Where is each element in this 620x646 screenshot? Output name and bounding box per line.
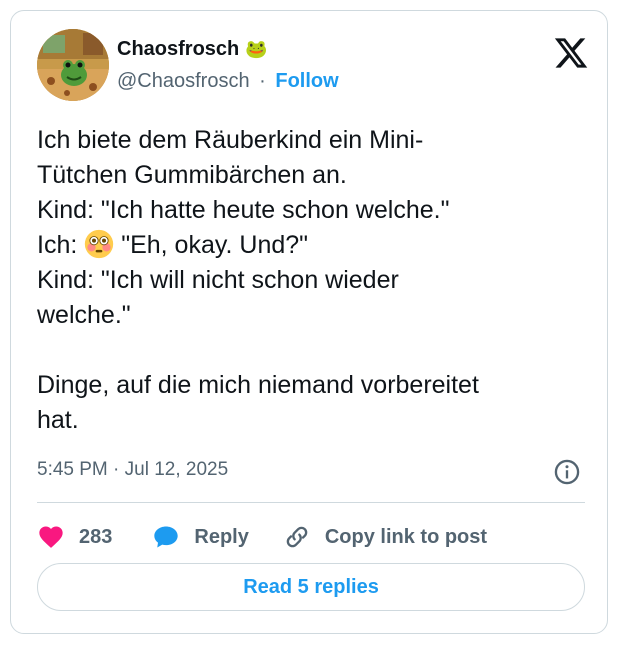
tweet-text-part-2: "Eh, okay. Und?" Kind: "Ich will nicht s… bbox=[37, 231, 479, 434]
action-bar: 283 Reply Copy link to post bbox=[37, 516, 487, 558]
handle-row: @Chaosfrosch · Follow bbox=[117, 70, 339, 93]
copy-link-label: Copy link to post bbox=[324, 525, 488, 548]
tweet-text: Ich biete dem Räuberkind ein Mini- Tütch… bbox=[37, 123, 589, 438]
reply-button[interactable]: Reply bbox=[152, 523, 249, 551]
name-badge-icon: 🐸 bbox=[245, 39, 268, 59]
follow-button[interactable]: Follow bbox=[275, 70, 338, 92]
copy-link-button[interactable]: Copy link to post bbox=[283, 523, 487, 551]
author-name-row[interactable]: Chaosfrosch 🐸 bbox=[117, 38, 268, 61]
link-icon bbox=[286, 526, 308, 548]
read-replies-button[interactable]: Read 5 replies bbox=[37, 563, 585, 611]
separator-dot: · bbox=[259, 70, 266, 92]
divider bbox=[37, 502, 585, 503]
heart-icon bbox=[39, 526, 63, 548]
x-logo-icon[interactable] bbox=[553, 35, 589, 71]
flushed-face-emoji-icon bbox=[85, 229, 114, 259]
reply-bubble-icon bbox=[154, 526, 179, 548]
like-count: 283 bbox=[79, 525, 113, 548]
author-display-name[interactable]: Chaosfrosch bbox=[117, 38, 239, 61]
info-icon[interactable] bbox=[553, 458, 581, 486]
avatar[interactable] bbox=[37, 29, 109, 101]
tweet-card: Chaosfrosch 🐸 @Chaosfrosch · Follow Ich … bbox=[10, 10, 608, 634]
reply-label: Reply bbox=[194, 525, 249, 548]
tweet-timestamp[interactable]: 5:45 PM · Jul 12, 2025 bbox=[37, 459, 228, 481]
author-handle[interactable]: @Chaosfrosch bbox=[117, 70, 250, 92]
frog-avatar-icon bbox=[37, 29, 109, 101]
like-button[interactable]: 283 bbox=[37, 523, 112, 551]
